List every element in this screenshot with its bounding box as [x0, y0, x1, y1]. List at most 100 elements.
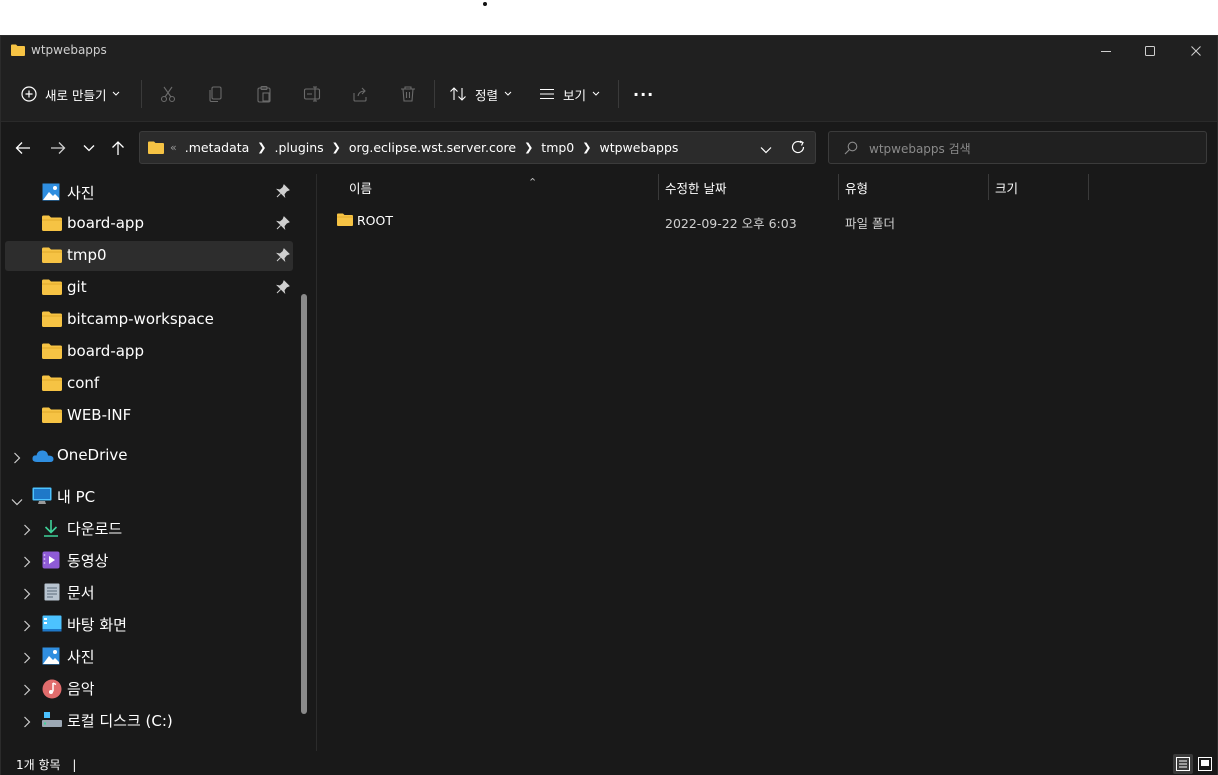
minimize-button[interactable] [1083, 36, 1129, 66]
chevron-right-icon[interactable] [23, 586, 31, 604]
chevron-right-icon[interactable] [23, 554, 31, 572]
folder-icon [42, 247, 62, 265]
sidebar-item-downloads[interactable]: 다운로드 [5, 513, 293, 543]
folder-icon [42, 343, 62, 361]
chevron-right-icon[interactable] [23, 682, 31, 700]
sidebar-item-pictures[interactable]: 사진 [5, 641, 293, 671]
column-divider[interactable] [1088, 174, 1089, 200]
computer-icon [32, 487, 52, 505]
sidebar-item-board-app[interactable]: board-app [5, 337, 293, 367]
address-history-button[interactable] [760, 143, 772, 158]
new-button[interactable]: 새로 만들기 [21, 78, 120, 110]
sidebar-item-pictures-pinned[interactable]: 사진 [5, 177, 293, 207]
sidebar-item-onedrive[interactable]: OneDrive [5, 441, 293, 471]
toolbar-divider [618, 80, 619, 108]
chevron-right-icon: ❯ [582, 141, 592, 154]
refresh-button[interactable] [791, 140, 805, 158]
sidebar-item-conf[interactable]: conf [5, 369, 293, 399]
sidebar-item-documents[interactable]: 문서 [5, 577, 293, 607]
sidebar-item-videos[interactable]: 동영상 [5, 545, 293, 575]
cut-icon[interactable] [156, 82, 180, 106]
pin-icon [275, 280, 290, 298]
breadcrumb-item[interactable]: org.eclipse.wst.server.core [349, 140, 516, 155]
chevron-right-icon[interactable] [23, 618, 31, 636]
sort-icon [449, 86, 467, 102]
sidebar-item-this-pc[interactable]: 내 PC [5, 481, 293, 511]
breadcrumb-overflow[interactable]: « [170, 141, 177, 154]
more-icon: ··· [633, 84, 655, 104]
window-title: wtpwebapps [31, 43, 107, 57]
paste-icon[interactable] [252, 82, 276, 106]
sidebar-item-label: bitcamp-workspace [67, 310, 214, 328]
more-options-button[interactable]: ··· [633, 78, 654, 110]
sidebar-item-bitcamp-workspace[interactable]: bitcamp-workspace [5, 305, 293, 335]
sidebar-item-label: 문서 [67, 584, 95, 602]
column-size-label: 크기 [995, 181, 1019, 196]
cloud-icon [32, 449, 54, 467]
breadcrumb-item[interactable]: tmp0 [541, 140, 574, 155]
rename-icon[interactable] [300, 82, 324, 106]
pin-icon [275, 184, 290, 202]
view-button[interactable]: 보기 [539, 78, 600, 110]
chevron-right-icon[interactable] [13, 450, 21, 468]
sidebar-item-label: OneDrive [57, 446, 128, 464]
sort-button[interactable]: 정렬 [449, 78, 512, 110]
sidebar-item-music[interactable]: 음악 [5, 673, 293, 703]
column-header-size[interactable]: 크기 [995, 178, 1085, 204]
sidebar-item-label: tmp0 [67, 246, 107, 264]
sidebar-item-web-inf[interactable]: WEB-INF [5, 401, 293, 431]
drive-icon [41, 711, 62, 729]
chevron-right-icon[interactable] [23, 714, 31, 732]
forward-button[interactable] [46, 136, 70, 160]
sidebar-scrollbar[interactable] [301, 294, 307, 714]
maximize-button[interactable] [1127, 36, 1173, 66]
chevron-down-icon[interactable] [11, 492, 23, 510]
sidebar-item-git[interactable]: git [5, 273, 293, 303]
sort-up-icon: ⌃ [528, 176, 538, 189]
copy-icon[interactable] [204, 82, 228, 106]
column-name-label: 이름 [349, 181, 373, 196]
file-row[interactable]: ROOT 2022-09-22 오후 6:03 파일 폴더 [317, 208, 1217, 232]
file-type: 파일 폴더 [845, 216, 895, 231]
chevron-right-icon[interactable] [23, 650, 31, 668]
sidebar-item-label: 음악 [67, 680, 95, 698]
chevron-right-icon[interactable] [23, 522, 31, 540]
sidebar-item-local-disk[interactable]: 로컬 디스크 (C:) [5, 705, 293, 735]
chevron-down-icon [504, 91, 512, 97]
column-type-label: 유형 [845, 181, 869, 196]
up-button[interactable] [106, 136, 130, 160]
folder-icon [42, 311, 62, 329]
back-button[interactable] [11, 136, 35, 160]
column-header-name[interactable]: 이름 ⌃ [349, 176, 654, 204]
sidebar-item-label: 동영상 [67, 552, 109, 570]
sidebar-item-tmp0[interactable]: tmp0 [5, 241, 293, 271]
item-count-text: 1개 항목 [16, 758, 61, 772]
column-modified-label: 수정한 날짜 [665, 181, 727, 196]
column-divider[interactable] [838, 174, 839, 200]
recent-locations-button[interactable] [77, 136, 101, 160]
search-box[interactable]: wtpwebapps 검색 [828, 131, 1207, 164]
downloads-icon [42, 519, 62, 537]
breadcrumb-item[interactable]: .metadata [185, 140, 250, 155]
share-icon[interactable] [348, 82, 372, 106]
sidebar-item-label: WEB-INF [67, 406, 132, 424]
details-view-button[interactable] [1173, 754, 1193, 774]
breadcrumb-item[interactable]: .plugins [275, 140, 324, 155]
column-header-type[interactable]: 유형 [845, 178, 985, 204]
view-list-icon [539, 88, 555, 100]
item-count: 1개 항목 | [16, 756, 76, 773]
chevron-right-icon: ❯ [257, 141, 267, 154]
sidebar-item-desktop[interactable]: 바탕 화면 [5, 609, 293, 639]
sidebar-item-label: conf [67, 374, 100, 392]
close-button[interactable] [1173, 36, 1218, 66]
large-icons-view-button[interactable] [1195, 754, 1215, 774]
column-header-modified[interactable]: 수정한 날짜 [665, 178, 835, 204]
pin-icon [275, 248, 290, 266]
sidebar-item-board-app-pinned[interactable]: board-app [5, 209, 293, 239]
delete-icon[interactable] [396, 82, 420, 106]
address-bar[interactable]: « .metadata ❯ .plugins ❯ org.eclipse.wst… [139, 131, 816, 164]
column-divider[interactable] [658, 174, 659, 200]
breadcrumb-item[interactable]: wtpwebapps [599, 140, 678, 155]
desktop-strip [0, 0, 1218, 35]
column-divider[interactable] [988, 174, 989, 200]
